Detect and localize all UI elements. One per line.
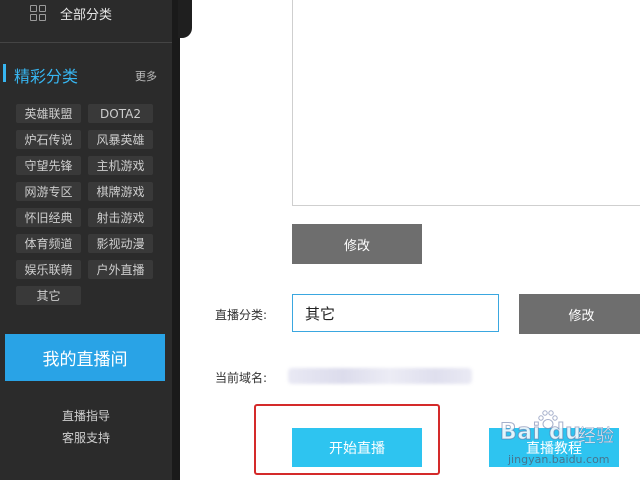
category-tag[interactable]: 风暴英雄	[88, 130, 153, 149]
category-tag[interactable]: 户外直播	[88, 260, 153, 279]
sidebar-edge-cap	[178, 0, 192, 38]
category-label: 直播分类:	[215, 308, 268, 322]
category-tag[interactable]: 体育频道	[16, 234, 81, 253]
description-textarea[interactable]	[292, 0, 640, 206]
category-tag[interactable]: 怀旧经典	[16, 208, 81, 227]
customer-support-link[interactable]: 客服支持	[0, 429, 172, 446]
more-link[interactable]: 更多	[135, 68, 157, 84]
category-tag[interactable]: 英雄联盟	[16, 104, 81, 123]
all-categories-link[interactable]: 全部分类	[30, 2, 112, 24]
category-tags: 英雄联盟 DOTA2 炉石传说 风暴英雄 守望先锋 主机游戏 网游专区 棋牌游戏…	[16, 104, 158, 305]
section-accent-bar	[3, 64, 6, 82]
grid-icon	[30, 5, 46, 21]
all-categories-label: 全部分类	[60, 7, 113, 23]
category-tag[interactable]: 炉石传说	[16, 130, 81, 149]
live-guide-link[interactable]: 直播指导	[0, 407, 172, 424]
my-live-room-button[interactable]: 我的直播间	[5, 334, 165, 381]
category-tag[interactable]: DOTA2	[88, 104, 153, 123]
category-input[interactable]: 其它	[292, 294, 499, 332]
sidebar-divider	[0, 42, 172, 43]
modify-category-button[interactable]: 修改	[519, 294, 640, 334]
live-tutorial-button[interactable]: 直播教程	[489, 428, 619, 467]
sidebar-edge	[172, 0, 180, 480]
category-tag[interactable]: 其它	[16, 286, 81, 305]
sidebar: 全部分类 精彩分类 更多 英雄联盟 DOTA2 炉石传说 风暴英雄 守望先锋 主…	[0, 0, 178, 480]
category-tag[interactable]: 影视动漫	[88, 234, 153, 253]
category-tag[interactable]: 射击游戏	[88, 208, 153, 227]
featured-section-header: 精彩分类 更多	[0, 62, 172, 86]
section-title: 精彩分类	[14, 67, 79, 86]
category-tag[interactable]: 棋牌游戏	[88, 182, 153, 201]
category-tag[interactable]: 守望先锋	[16, 156, 81, 175]
category-value: 其它	[305, 304, 336, 323]
category-tag[interactable]: 娱乐联萌	[16, 260, 81, 279]
domain-label: 当前域名:	[215, 371, 268, 385]
modify-description-button[interactable]: 修改	[292, 224, 422, 264]
start-live-button[interactable]: 开始直播	[292, 428, 422, 467]
domain-value-blurred	[288, 368, 472, 384]
category-tag[interactable]: 网游专区	[16, 182, 81, 201]
category-tag[interactable]: 主机游戏	[88, 156, 153, 175]
